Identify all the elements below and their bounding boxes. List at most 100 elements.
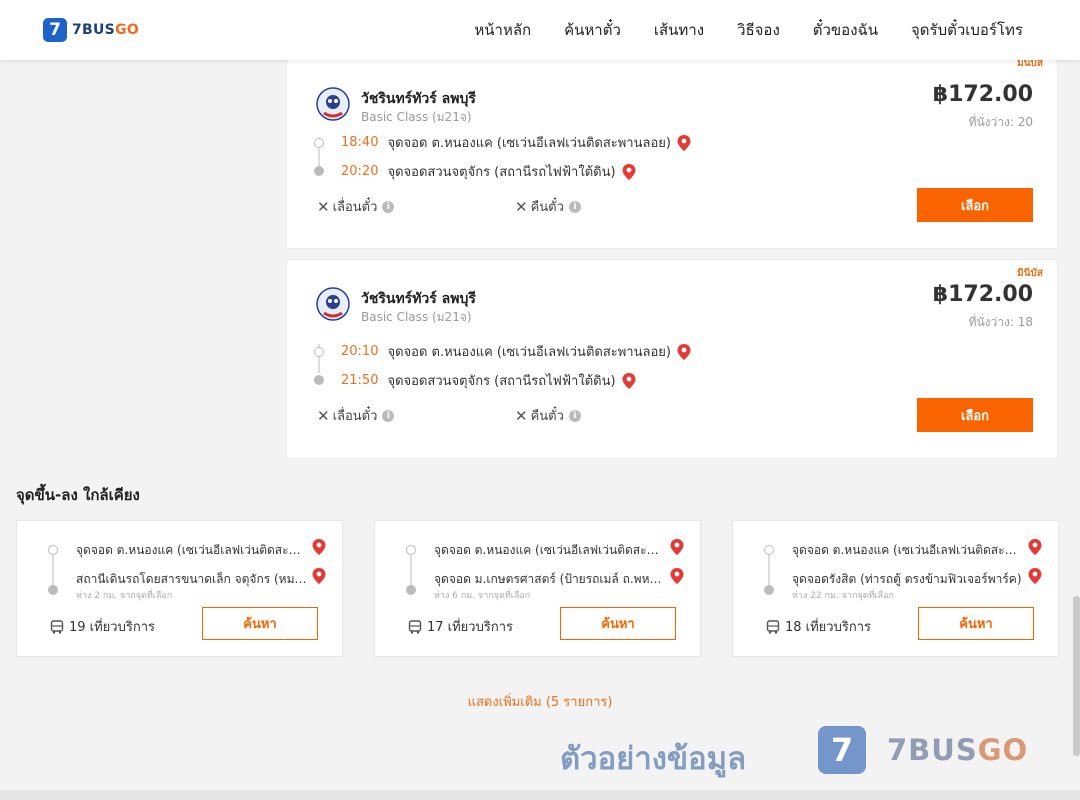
select-trip-button[interactable]: เลือก [917,188,1033,222]
departure-time: 20:10 [341,344,379,359]
refund-label: คืนตั๋ว [530,200,564,215]
map-pin-icon[interactable] [1028,568,1042,584]
nav-my-tickets[interactable]: ตั๋วของฉัน [813,18,878,42]
page-scrollbar[interactable] [1073,596,1080,756]
nearby-card: จุดจอด ต.หนองแค (เซเว่นอีเลฟเว่นติดสะพาน… [732,520,1059,657]
departure-dot [314,138,324,148]
nav-search-tickets[interactable]: ค้นหาตั๋ว [564,18,621,42]
nav-how-to-book[interactable]: วิธีจอง [737,18,780,42]
map-pin-icon[interactable] [670,568,684,584]
seats-available: ที่นั่งว่าง: 18 [968,315,1033,329]
departure-dot [48,545,58,555]
nearby-to: สถานีเดินรถโดยสารขนาดเล็ก จตุจักร (หมอชิ… [76,572,308,586]
sample-data-watermark: ตัวอย่างข้อมูล [560,741,747,777]
bus-class: Basic Class (ม21จ) [361,110,472,124]
close-icon: ✕ [317,406,330,425]
trip-count: 17 เที่ยวบริการ [408,616,513,637]
departure-place: จุดจอด ต.หนองแค (เซเว่นอีเลฟเว่นติดสะพาน… [387,136,671,151]
arrival-place: จุดจอดสวนจตุจักร (สถานีรถไฟฟ้าใต้ดิน) [387,165,616,180]
footer-strip [0,790,1080,800]
nearby-card: จุดจอด ต.หนองแค (เซเว่นอีเลฟเว่นติดสะพาน… [16,520,343,657]
close-icon: ✕ [515,197,528,216]
main-nav: หน้าหลัก ค้นหาตั๋ว เส้นทาง วิธีจอง ตั๋วข… [441,0,1023,60]
trip-card: มินิบัส วัชรินทร์ทัวร์ ลพบุรี Basic Clas… [286,259,1058,459]
change-policy[interactable]: ✕ เลื่อนตั๋ว i [317,405,395,426]
distance-note: ห่าง 2 กม. จากจุดที่เลือก [76,591,173,601]
bus-icon [766,619,780,634]
operator-name: วัชรินทร์ทัวร์ ลพบุรี [361,291,476,307]
info-icon[interactable]: i [382,200,395,213]
arrival-place: จุดจอดสวนจตุจักร (สถานีรถไฟฟ้าใต้ดิน) [387,374,616,389]
nearby-search-button[interactable]: ค้นหา [560,607,676,640]
operator-logo-icon [316,87,350,121]
map-pin-icon[interactable] [312,568,326,584]
change-policy[interactable]: ✕ เลื่อนตั๋ว i [317,196,395,217]
close-icon: ✕ [317,197,330,216]
trip-count: 18 เที่ยวบริการ [766,616,871,637]
map-pin-icon[interactable] [312,539,326,555]
top-header: 7 7BUSGO หน้าหลัก ค้นหาตั๋ว เส้นทาง วิธี… [0,0,1080,60]
nearby-search-button[interactable]: ค้นหา [918,607,1034,640]
arrival-dot [406,585,416,595]
departure-stop: 18:40 จุดจอด ต.หนองแค (เซเว่นอีเลฟเว่นติ… [341,132,691,153]
refund-policy[interactable]: ✕ คืนตั๋ว i [515,405,581,426]
seats-available: ที่นั่งว่าง: 20 [968,115,1033,129]
departure-dot [406,545,416,555]
map-pin-icon[interactable] [622,163,636,180]
trip-card: มินิบัส วัชรินทร์ทัวร์ ลพบุรี Basic Clas… [286,58,1058,249]
map-pin-icon[interactable] [677,134,691,151]
nearby-search-button[interactable]: ค้นหา [202,607,318,640]
watermark-logo-icon: 7 [818,726,866,774]
nearby-from: จุดจอด ต.หนองแค (เซเว่นอีเลฟเว่นติดสะพาน… [434,543,666,557]
distance-note: ห่าง 22 กม. จากจุดที่เลือก [792,591,894,601]
info-icon[interactable]: i [568,409,581,422]
arrival-dot [764,585,774,595]
departure-time: 18:40 [341,135,379,150]
watermark-brand: 7BUSGO [887,733,1029,767]
change-label: เลื่อนตั๋ว [332,409,378,424]
nav-pickup-points[interactable]: จุดรับตั๋วเบอร์โทร [911,18,1023,42]
show-more-link[interactable]: แสดงเพิ่มเติม (5 รายการ) [0,691,1080,712]
info-icon[interactable]: i [568,200,581,213]
nav-home[interactable]: หน้าหลัก [474,18,531,42]
nearby-section-title: จุดขึ้น-ลง ใกล้เคียง [16,486,140,504]
refund-policy[interactable]: ✕ คืนตั๋ว i [515,196,581,217]
bus-icon [50,619,64,634]
nearby-from: จุดจอด ต.หนองแค (เซเว่นอีเลฟเว่นติดสะพาน… [76,543,308,557]
refund-label: คืนตั๋ว [530,409,564,424]
departure-dot [314,347,324,357]
arrival-time: 20:20 [341,164,379,179]
arrival-dot [314,375,324,385]
logo-wordmark: 7BUSGO [72,22,140,38]
arrival-stop: 21:50 จุดจอดสวนจตุจักร (สถานีรถไฟฟ้าใต้ด… [341,370,636,391]
nearby-to: จุดจอด ม.เกษตรศาสตร์ (ป้ายรถเมล์ ถ.พหลโย… [434,572,666,586]
map-pin-icon[interactable] [677,343,691,360]
logo-icon: 7 [43,18,67,42]
arrival-dot [314,166,324,176]
nav-routes[interactable]: เส้นทาง [654,18,704,42]
bus-icon [408,619,422,634]
departure-stop: 20:10 จุดจอด ต.หนองแค (เซเว่นอีเลฟเว่นติ… [341,341,691,362]
change-label: เลื่อนตั๋ว [332,200,378,215]
map-pin-icon[interactable] [670,539,684,555]
select-trip-button[interactable]: เลือก [917,398,1033,432]
nearby-to: จุดจอดรังสิต (ท่ารถตู้ ตรงข้ามฟิวเจอร์พา… [792,572,1022,586]
trip-count: 19 เที่ยวบริการ [50,616,155,637]
arrival-dot [48,585,58,595]
info-icon[interactable]: i [382,409,395,422]
nearby-from: จุดจอด ต.หนองแค (เซเว่นอีเลฟเว่นติดสะพาน… [792,543,1024,557]
departure-dot [764,545,774,555]
arrival-time: 21:50 [341,373,379,388]
ticket-price: ฿172.00 [932,82,1033,107]
operator-logo-icon [316,287,350,321]
nearby-card: จุดจอด ต.หนองแค (เซเว่นอีเลฟเว่นติดสะพาน… [374,520,701,657]
departure-place: จุดจอด ต.หนองแค (เซเว่นอีเลฟเว่นติดสะพาน… [387,345,671,360]
operator-name: วัชรินทร์ทัวร์ ลพบุรี [361,91,476,107]
site-logo[interactable]: 7 7BUSGO [43,18,139,42]
bus-type-badge: มินิบัส [1017,268,1043,279]
map-pin-icon[interactable] [622,372,636,389]
arrival-stop: 20:20 จุดจอดสวนจตุจักร (สถานีรถไฟฟ้าใต้ด… [341,161,636,182]
close-icon: ✕ [515,406,528,425]
ticket-price: ฿172.00 [932,282,1033,307]
map-pin-icon[interactable] [1028,539,1042,555]
